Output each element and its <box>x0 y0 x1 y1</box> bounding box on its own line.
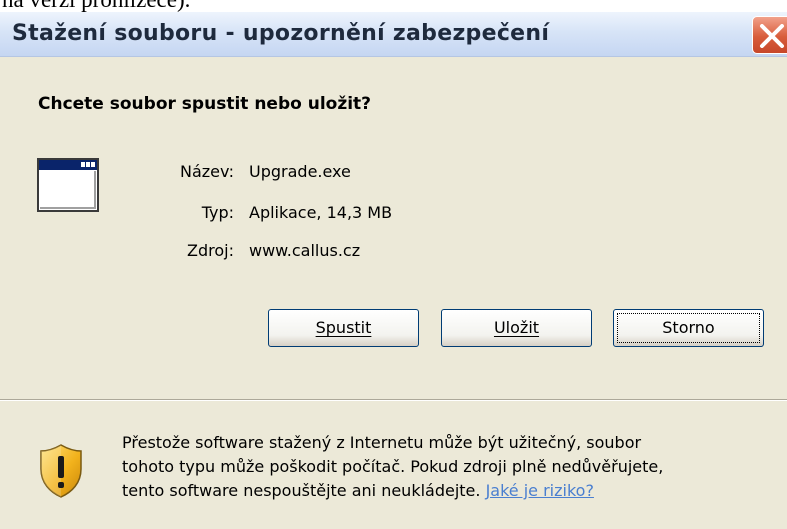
source-label: Zdroj: <box>187 241 234 260</box>
source-value: www.callus.cz <box>249 241 361 260</box>
warning-line-text: tento software nespouštějte ani neukláde… <box>122 481 481 500</box>
warning-line-3: tento software nespouštějte ani neukláde… <box>122 479 772 503</box>
application-window-icon <box>37 158 99 212</box>
security-warning-panel: Přestože software stažený z Internetu mů… <box>0 401 787 529</box>
cancel-button[interactable]: Storno <box>613 309 764 347</box>
type-label: Typ: <box>201 203 234 222</box>
background-page-line: na verzi prohlížeče). <box>2 0 190 12</box>
warning-line: tohoto typu může poškodit počítač. Pokud… <box>122 457 664 476</box>
name-label: Název: <box>180 162 234 181</box>
close-button[interactable] <box>752 16 787 54</box>
dialog-question: Chcete soubor spustit nebo uložit? <box>38 94 372 114</box>
warning-line: Přestože software stažený z Internetu mů… <box>122 433 642 452</box>
save-button[interactable]: Uložit <box>441 309 592 347</box>
window-titlebar[interactable]: Stažení souboru - upozornění zabezpečení <box>0 12 787 57</box>
security-warning-text: Přestože software stažený z Internetu mů… <box>122 431 772 503</box>
run-button[interactable]: Spustit <box>268 309 419 347</box>
type-value: Aplikace, 14,3 MB <box>249 203 393 222</box>
background-page-text: na verzi prohlížeče). <box>0 0 787 12</box>
what-is-risk-link[interactable]: Jaké je riziko? <box>486 481 594 500</box>
name-value: Upgrade.exe <box>249 162 351 181</box>
dialog-body: Chcete soubor spustit nebo uložit? Název… <box>0 57 787 399</box>
close-icon <box>760 24 784 48</box>
security-shield-warning-icon <box>40 444 82 498</box>
window-title: Stažení souboru - upozornění zabezpečení <box>12 21 550 46</box>
